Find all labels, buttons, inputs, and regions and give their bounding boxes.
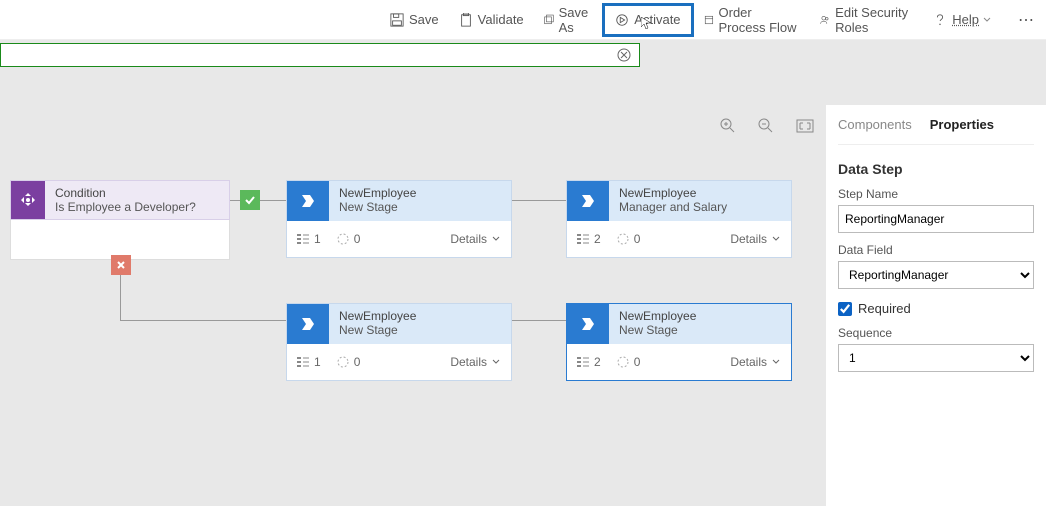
stage-node[interactable]: NewEmployee Manager and Salary 2 0 Detai… xyxy=(566,180,792,258)
stage-title: NewEmployee xyxy=(619,309,696,323)
stage-node[interactable]: NewEmployee New Stage 1 0 Details xyxy=(286,180,512,258)
chevron-down-icon xyxy=(491,357,501,367)
sequence-label: Sequence xyxy=(838,326,1034,340)
activate-icon xyxy=(615,13,629,27)
help-label: Help xyxy=(952,12,979,27)
tab-properties[interactable]: Properties xyxy=(930,117,994,132)
duration-icon xyxy=(617,356,629,368)
help-button[interactable]: Help xyxy=(923,0,1006,40)
condition-subtitle: Is Employee a Developer? xyxy=(55,200,219,214)
datafield-label: Data Field xyxy=(838,243,1034,257)
clipboard-icon xyxy=(459,13,473,27)
chevron-down-icon xyxy=(771,234,781,244)
order-button[interactable]: Order Process Flow xyxy=(694,0,811,40)
datafield-select[interactable]: ReportingManager xyxy=(838,261,1034,289)
connector xyxy=(512,200,566,201)
stage-icon xyxy=(287,304,329,344)
connector xyxy=(512,320,566,321)
duration-value: 0 xyxy=(354,355,361,369)
steps-count: 1 xyxy=(314,232,321,246)
saveas-button[interactable]: Save As xyxy=(534,0,603,40)
saveas-label: Save As xyxy=(559,5,593,35)
stage-subtitle: New Stage xyxy=(339,200,416,214)
stage-title: NewEmployee xyxy=(619,186,727,200)
order-icon xyxy=(704,13,714,27)
steps-icon xyxy=(577,233,589,245)
flow-canvas[interactable]: Condition Is Employee a Developer? NewEm… xyxy=(0,100,820,506)
notification-banner xyxy=(0,43,640,67)
stage-subtitle: New Stage xyxy=(619,323,696,337)
more-button[interactable]: ⋯ xyxy=(1006,10,1046,30)
save-icon xyxy=(390,13,404,27)
condition-node[interactable]: Condition Is Employee a Developer? xyxy=(10,180,230,260)
steps-count: 2 xyxy=(594,232,601,246)
steps-count: 2 xyxy=(594,355,601,369)
condition-false-badge xyxy=(111,255,131,275)
connector xyxy=(120,320,286,321)
save-label: Save xyxy=(409,12,439,27)
order-label: Order Process Flow xyxy=(719,5,801,35)
cursor-icon xyxy=(641,17,651,29)
roles-icon xyxy=(820,13,830,27)
validate-label: Validate xyxy=(478,12,524,27)
stage-icon xyxy=(567,304,609,344)
condition-icon xyxy=(11,181,45,219)
sequence-select[interactable]: 1 xyxy=(838,344,1034,372)
chevron-down-icon xyxy=(491,234,501,244)
help-icon xyxy=(933,13,947,27)
save-button[interactable]: Save xyxy=(380,0,449,40)
stepname-label: Step Name xyxy=(838,187,1034,201)
roles-button[interactable]: Edit Security Roles xyxy=(810,0,923,40)
details-button[interactable]: Details xyxy=(730,232,781,246)
properties-panel: Components Properties Data Step Step Nam… xyxy=(826,105,1046,506)
toolbar: Save Validate Save As Activate Order Pro… xyxy=(0,0,1046,40)
stage-icon xyxy=(287,181,329,221)
details-button[interactable]: Details xyxy=(450,355,501,369)
steps-icon xyxy=(297,233,309,245)
steps-icon xyxy=(577,356,589,368)
stage-subtitle: Manager and Salary xyxy=(619,200,727,214)
tab-components[interactable]: Components xyxy=(838,117,912,132)
validate-button[interactable]: Validate xyxy=(449,0,534,40)
duration-icon xyxy=(617,233,629,245)
stepname-input[interactable] xyxy=(838,205,1034,233)
stage-icon xyxy=(567,181,609,221)
steps-count: 1 xyxy=(314,355,321,369)
roles-label: Edit Security Roles xyxy=(835,5,913,35)
duration-value: 0 xyxy=(634,355,641,369)
condition-true-badge xyxy=(240,190,260,210)
stage-subtitle: New Stage xyxy=(339,323,416,337)
condition-title: Condition xyxy=(55,186,219,200)
saveas-icon xyxy=(544,13,554,27)
stage-node[interactable]: NewEmployee New Stage 1 0 Details xyxy=(286,303,512,381)
chevron-down-icon xyxy=(771,357,781,367)
required-label: Required xyxy=(858,301,911,316)
close-icon[interactable] xyxy=(617,48,631,62)
section-title: Data Step xyxy=(838,161,1034,177)
stage-title: NewEmployee xyxy=(339,309,416,323)
details-button[interactable]: Details xyxy=(450,232,501,246)
activate-button[interactable]: Activate xyxy=(602,3,693,37)
duration-icon xyxy=(337,233,349,245)
required-checkbox[interactable] xyxy=(838,302,852,316)
details-button[interactable]: Details xyxy=(730,355,781,369)
chevron-down-icon xyxy=(983,16,991,24)
steps-icon xyxy=(297,356,309,368)
stage-title: NewEmployee xyxy=(339,186,416,200)
duration-value: 0 xyxy=(634,232,641,246)
stage-node-selected[interactable]: NewEmployee New Stage 2 0 Details xyxy=(566,303,792,381)
duration-value: 0 xyxy=(354,232,361,246)
duration-icon xyxy=(337,356,349,368)
